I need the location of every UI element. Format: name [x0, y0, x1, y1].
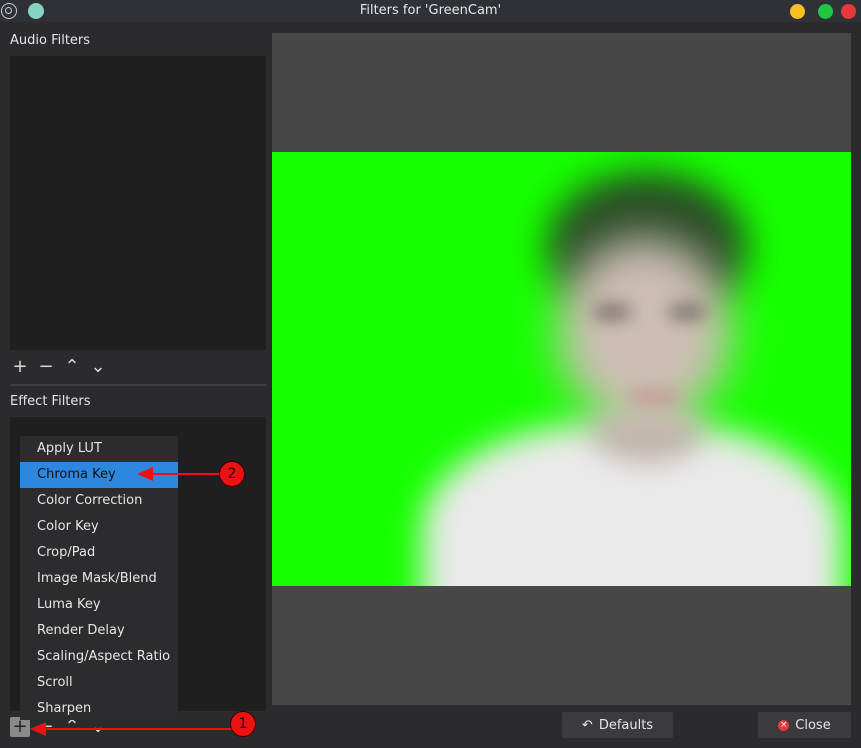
title-bar: Filters for 'GreenCam'	[0, 0, 861, 22]
move-audio-filter-down-button[interactable]: ⌄	[88, 357, 108, 377]
close-window-button[interactable]	[841, 4, 856, 19]
close-button-label: Close	[795, 717, 831, 733]
close-button[interactable]: × Close	[758, 712, 851, 738]
add-filter-menu: Apply LUT Chroma Key Color Correction Co…	[20, 436, 178, 720]
menu-item-luma-key[interactable]: Luma Key	[20, 592, 178, 618]
person-eye-right	[667, 302, 707, 322]
annotation-arrow-2-line	[150, 473, 222, 475]
menu-item-scaling-aspect-ratio[interactable]: Scaling/Aspect Ratio	[20, 644, 178, 670]
section-divider	[10, 384, 266, 386]
close-icon: ×	[778, 719, 790, 731]
defaults-button-label: Defaults	[598, 717, 654, 733]
annotation-arrow-2-head	[137, 467, 153, 481]
audio-filters-list[interactable]	[10, 56, 266, 350]
undo-icon: ↶	[581, 717, 593, 733]
menu-item-color-key[interactable]: Color Key	[20, 514, 178, 540]
menu-item-sharpen[interactable]: Sharpen	[20, 696, 178, 722]
camera-feed	[272, 152, 851, 586]
menu-item-crop-pad[interactable]: Crop/Pad	[20, 540, 178, 566]
source-preview	[272, 33, 851, 705]
window-title: Filters for 'GreenCam'	[359, 3, 502, 18]
person-eye-left	[592, 302, 632, 322]
maximize-button[interactable]	[818, 4, 833, 19]
annotation-arrow-1-head	[30, 722, 46, 736]
audio-filters-toolbar: + − ⌃ ⌄	[10, 357, 108, 377]
menu-item-scroll[interactable]: Scroll	[20, 670, 178, 696]
minimize-button[interactable]	[790, 4, 805, 19]
person-mouth	[627, 387, 682, 407]
annotation-arrow-1-line	[44, 728, 232, 730]
move-audio-filter-up-button[interactable]: ⌃	[62, 357, 82, 377]
menu-item-color-correction[interactable]: Color Correction	[20, 488, 178, 514]
effect-filters-label: Effect Filters	[10, 394, 91, 409]
audio-filters-label: Audio Filters	[10, 33, 91, 48]
menu-item-render-delay[interactable]: Render Delay	[20, 618, 178, 644]
menu-item-chroma-key[interactable]: Chroma Key	[20, 462, 178, 488]
menu-item-apply-lut[interactable]: Apply LUT	[20, 436, 178, 462]
annotation-step-2: 2	[219, 461, 245, 487]
remove-audio-filter-button[interactable]: −	[36, 357, 56, 377]
add-audio-filter-button[interactable]: +	[10, 357, 30, 377]
menu-item-image-mask-blend[interactable]: Image Mask/Blend	[20, 566, 178, 592]
annotation-step-1: 1	[230, 711, 256, 737]
defaults-button[interactable]: ↶ Defaults	[562, 712, 673, 738]
